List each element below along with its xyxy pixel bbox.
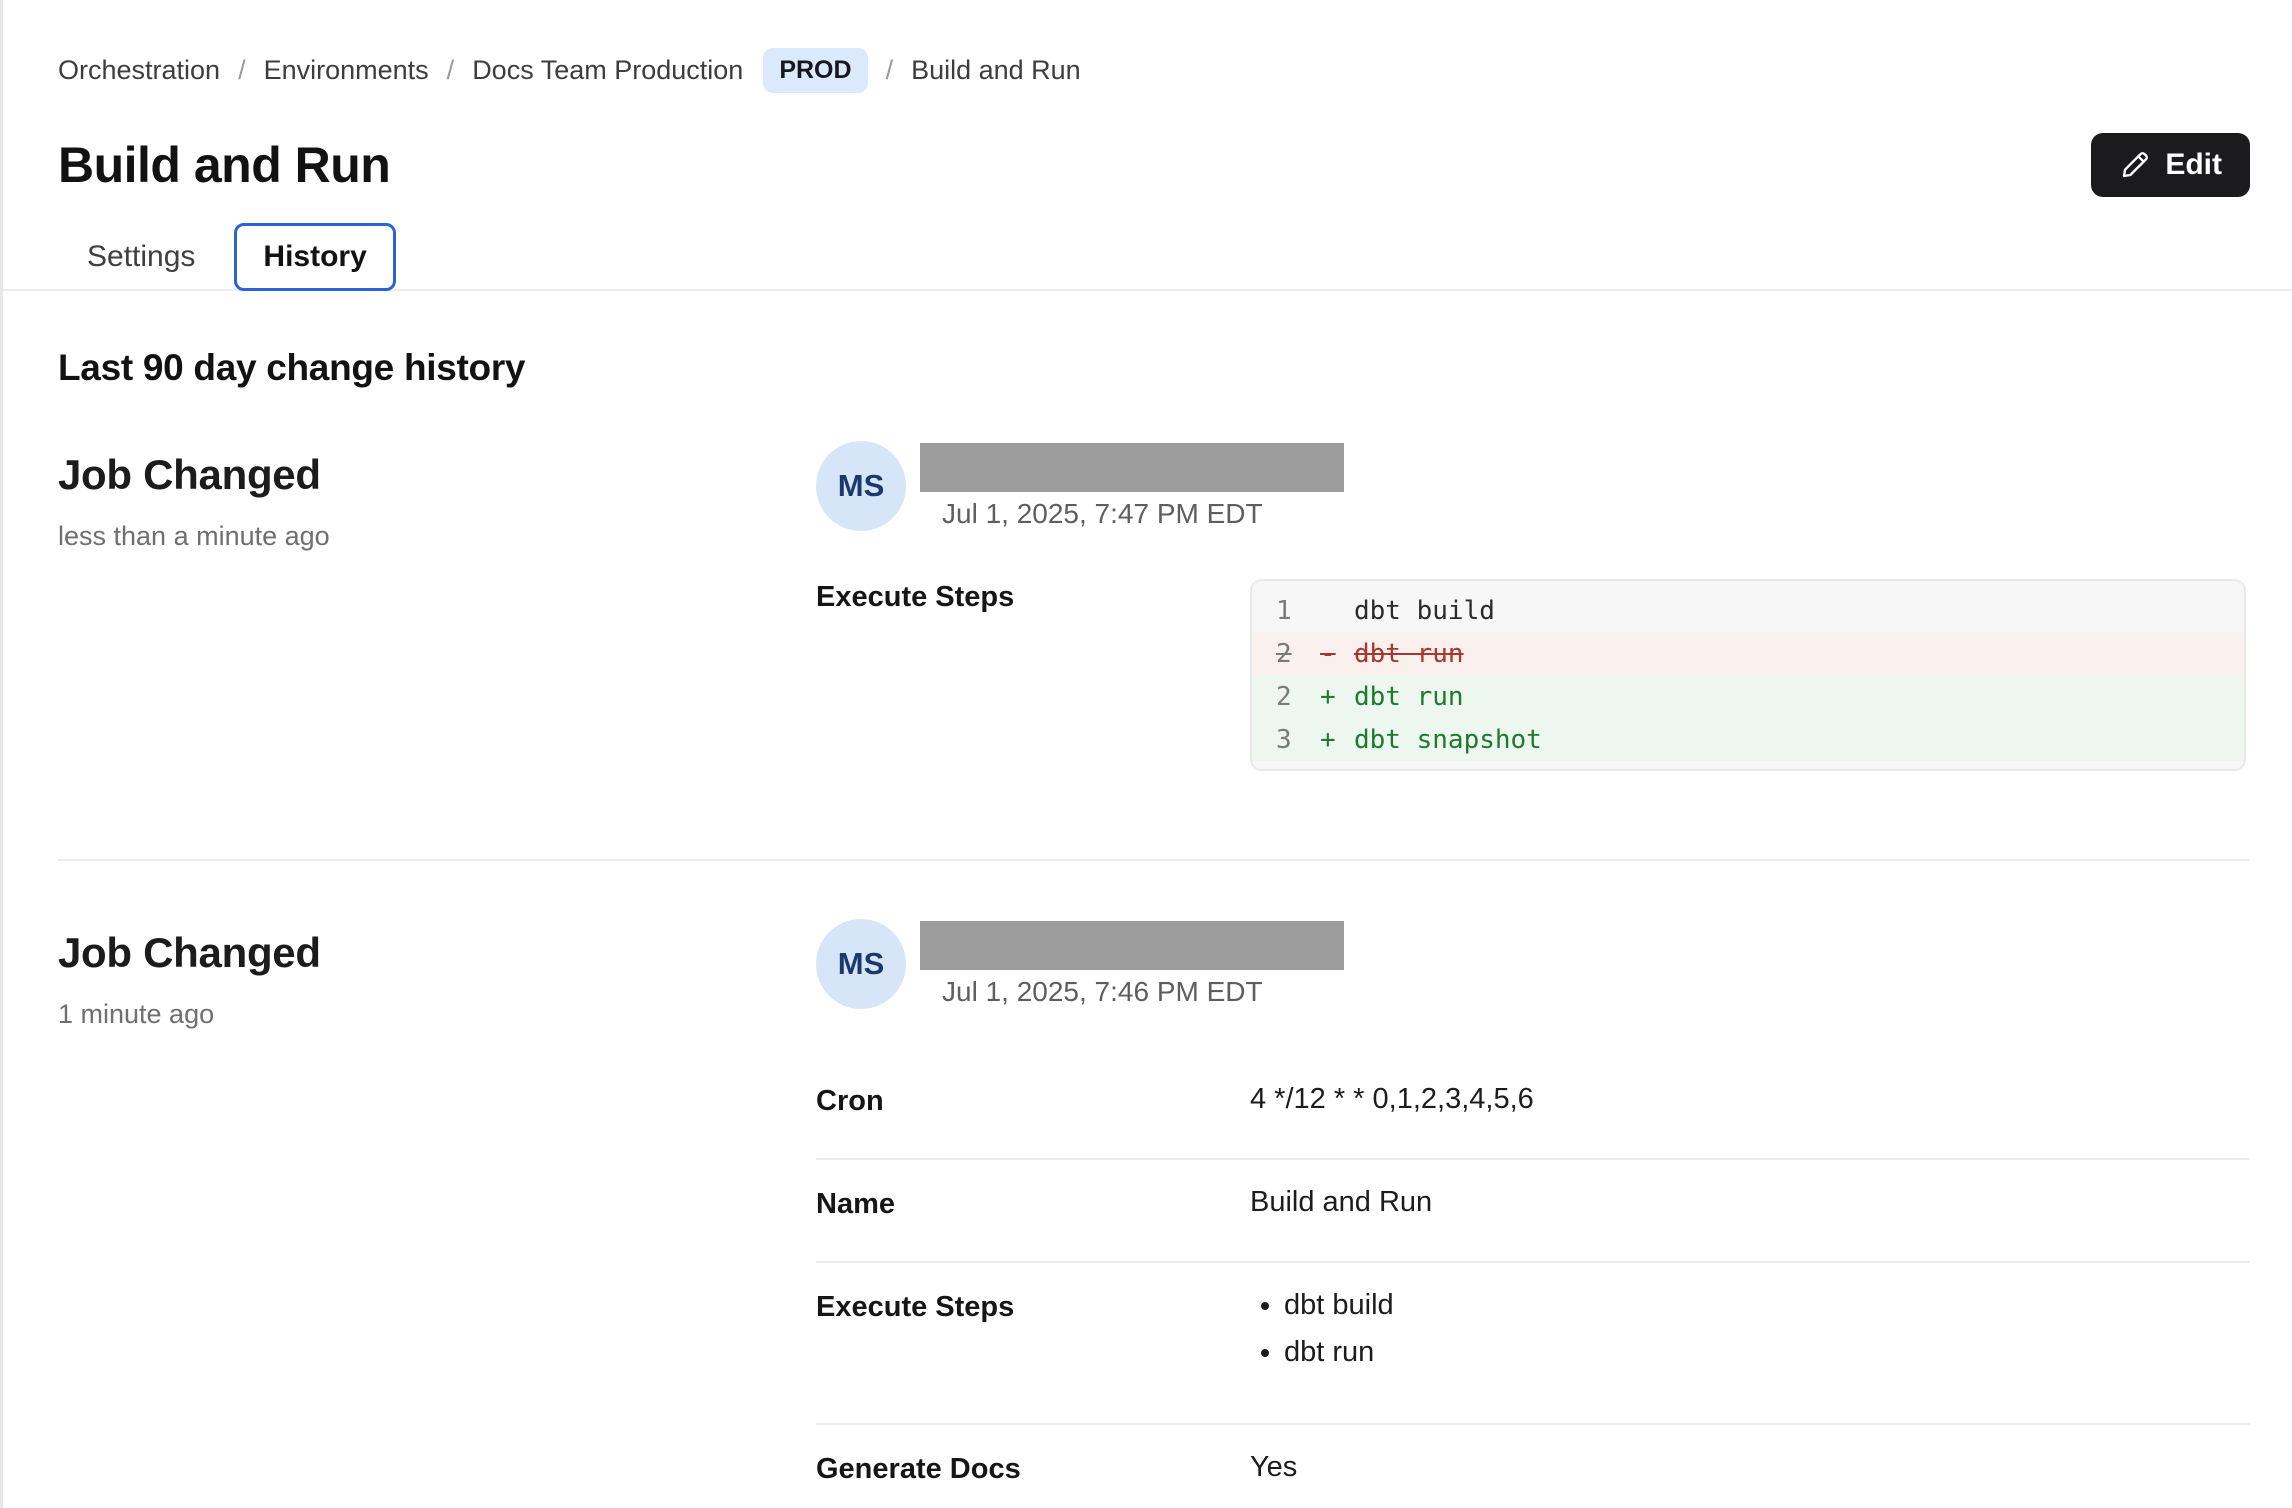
field-row-generate-docs: Generate Docs Yes (816, 1425, 2250, 1508)
entry-relative-time: less than a minute ago (58, 521, 816, 552)
redacted-user-name (920, 921, 1344, 970)
field-label: Cron (816, 1083, 1250, 1118)
breadcrumb-environments[interactable]: Environments (264, 55, 429, 86)
breadcrumb-separator: / (238, 55, 246, 86)
diff-line-number: 2 (1276, 639, 1320, 669)
breadcrumb-current-job: Build and Run (911, 55, 1081, 86)
job-history-page: Orchestration / Environments / Docs Team… (0, 0, 2292, 1508)
tab-settings[interactable]: Settings (58, 223, 224, 291)
entry-summary: Job Changed 1 minute ago (58, 919, 816, 1508)
entry-summary: Job Changed less than a minute ago (58, 441, 816, 771)
field-value: Build and Run (1250, 1186, 2250, 1221)
prod-environment-badge: PROD (763, 48, 867, 93)
tab-bar: Settings History (58, 223, 2250, 291)
entry-event-title: Job Changed (58, 929, 816, 977)
breadcrumb-separator: / (447, 55, 455, 86)
field-label: Execute Steps (816, 1289, 1250, 1383)
breadcrumb-orchestration[interactable]: Orchestration (58, 55, 220, 86)
diff-line-number: 3 (1276, 725, 1320, 755)
breadcrumb-separator: / (886, 55, 894, 86)
pencil-icon (2119, 149, 2151, 181)
author-meta: Jul 1, 2025, 7:47 PM EDT (920, 441, 1344, 530)
diff-line-added: 3 + dbt snapshot (1252, 718, 2244, 761)
entry-author: MS Jul 1, 2025, 7:47 PM EDT (816, 441, 2250, 531)
entry-timestamp: Jul 1, 2025, 7:46 PM EDT (942, 976, 1344, 1008)
page-header: Build and Run Edit (58, 133, 2250, 197)
diff-code: dbt build (1354, 596, 1495, 626)
field-label: Generate Docs (816, 1451, 1250, 1486)
diff-code: dbt snapshot (1354, 725, 1542, 755)
edit-button[interactable]: Edit (2091, 133, 2250, 197)
field-value: Yes (1250, 1451, 2250, 1486)
field-row-name: Name Build and Run (816, 1160, 2250, 1263)
diff-line-number: 2 (1276, 682, 1320, 712)
diff-line-removed: 2 - dbt run (1252, 632, 2244, 675)
entry-detail: MS Jul 1, 2025, 7:46 PM EDT Cron 4 */12 … (816, 919, 2250, 1508)
changed-fields: Cron 4 */12 * * 0,1,2,3,4,5,6 Name Build… (816, 1057, 2250, 1508)
history-entry: Job Changed 1 minute ago MS Jul 1, 2025,… (58, 859, 2250, 1508)
entry-event-title: Job Changed (58, 451, 816, 499)
entry-author: MS Jul 1, 2025, 7:46 PM EDT (816, 919, 2250, 1009)
diff-code: dbt run (1354, 682, 1464, 712)
page-title: Build and Run (58, 136, 390, 194)
field-label: Name (816, 1186, 1250, 1221)
execute-steps-list: dbt build dbt run (1284, 1289, 2250, 1383)
execute-step-item: dbt build (1284, 1289, 2250, 1322)
execute-steps-diff-row: Execute Steps 1 dbt build 2 - dbt run 2 (816, 579, 2250, 771)
entry-timestamp: Jul 1, 2025, 7:47 PM EDT (942, 498, 1344, 530)
entry-detail: MS Jul 1, 2025, 7:47 PM EDT Execute Step… (816, 441, 2250, 771)
field-row-cron: Cron 4 */12 * * 0,1,2,3,4,5,6 (816, 1057, 2250, 1160)
avatar: MS (816, 919, 906, 1009)
change-history-heading: Last 90 day change history (58, 347, 2250, 389)
author-meta: Jul 1, 2025, 7:46 PM EDT (920, 919, 1344, 1008)
diff-sign: - (1320, 639, 1354, 669)
entry-relative-time: 1 minute ago (58, 999, 816, 1030)
execute-step-item: dbt run (1284, 1336, 2250, 1369)
edit-button-label: Edit (2165, 148, 2222, 182)
avatar: MS (816, 441, 906, 531)
tab-history[interactable]: History (234, 223, 395, 291)
breadcrumb: Orchestration / Environments / Docs Team… (58, 42, 2250, 93)
redacted-user-name (920, 443, 1344, 492)
diff-line-added: 2 + dbt run (1252, 675, 2244, 718)
field-label: Execute Steps (816, 579, 1250, 771)
diff-line-number: 1 (1276, 596, 1320, 626)
field-value: 4 */12 * * 0,1,2,3,4,5,6 (1250, 1083, 2250, 1118)
execute-steps-diff-block: 1 dbt build 2 - dbt run 2 + dbt run (1250, 579, 2246, 771)
breadcrumb-environment-name[interactable]: Docs Team Production (472, 55, 743, 86)
diff-sign: + (1320, 682, 1354, 712)
field-row-execute-steps: Execute Steps dbt build dbt run (816, 1263, 2250, 1425)
diff-line: 1 dbt build (1252, 589, 2244, 632)
diff-sign: + (1320, 725, 1354, 755)
history-entry: Job Changed less than a minute ago MS Ju… (58, 441, 2250, 771)
diff-code: dbt run (1354, 639, 1464, 669)
